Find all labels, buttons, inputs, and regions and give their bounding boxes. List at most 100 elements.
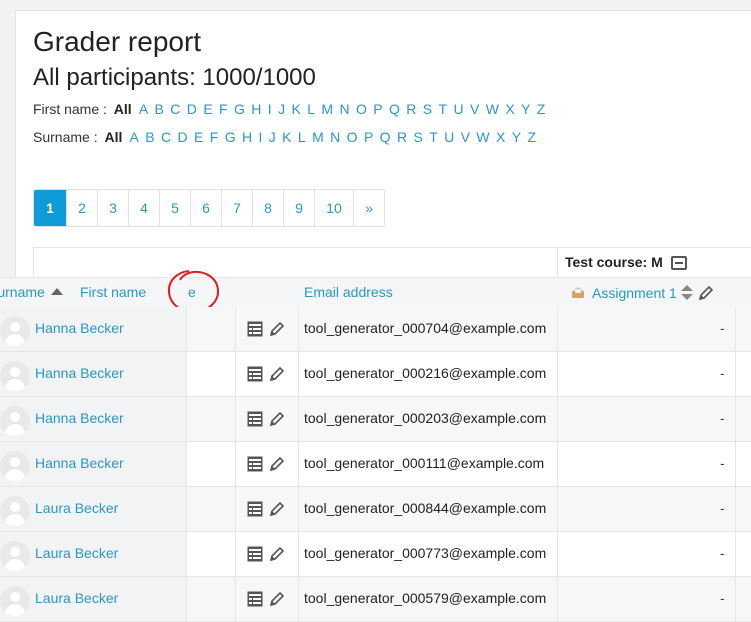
firstname-letter-b[interactable]: B	[155, 101, 164, 117]
surname-letter-t[interactable]: T	[429, 129, 438, 145]
firstname-letter-r[interactable]: R	[406, 101, 416, 117]
student-name-link[interactable]: Laura Becker	[35, 590, 118, 606]
firstname-letter-i[interactable]: I	[268, 101, 272, 117]
surname-letter-m[interactable]: M	[312, 129, 324, 145]
surname-letter-x[interactable]: X	[496, 129, 505, 145]
firstname-letter-x[interactable]: X	[505, 101, 514, 117]
surname-letter-i[interactable]: I	[258, 129, 262, 145]
surname-filter-all[interactable]: All	[104, 129, 122, 145]
edit-pencil-icon[interactable]	[268, 410, 286, 428]
firstname-letter-p[interactable]: P	[373, 101, 382, 117]
page-link-9[interactable]: 9	[284, 190, 315, 226]
edit-pencil-icon[interactable]	[268, 455, 286, 473]
firstname-letter-c[interactable]: C	[170, 101, 180, 117]
page-link-7[interactable]: 7	[222, 190, 253, 226]
grade-cell[interactable]: -	[720, 365, 725, 381]
sort-toggle-icon[interactable]	[680, 285, 693, 301]
surname-letter-u[interactable]: U	[444, 129, 454, 145]
edit-pencil-icon[interactable]	[268, 320, 286, 338]
surname-letter-o[interactable]: O	[347, 129, 358, 145]
surname-letter-p[interactable]: P	[364, 129, 373, 145]
page-link-5[interactable]: 5	[160, 190, 191, 226]
surname-letter-w[interactable]: W	[476, 129, 489, 145]
surname-letter-g[interactable]: G	[225, 129, 236, 145]
page-link-4[interactable]: 4	[129, 190, 160, 226]
grade-cell[interactable]: -	[720, 590, 725, 606]
edit-pencil-icon[interactable]	[268, 590, 286, 608]
firstname-letter-a[interactable]: A	[139, 101, 148, 117]
surname-header-label[interactable]: Surname	[0, 284, 45, 300]
collapse-icon[interactable]	[670, 256, 687, 271]
page-link-2[interactable]: 2	[67, 190, 98, 226]
surname-letter-k[interactable]: K	[282, 129, 291, 145]
page-link-3[interactable]: 3	[98, 190, 129, 226]
firstname-letter-q[interactable]: Q	[389, 101, 400, 117]
firstname-letter-d[interactable]: D	[187, 101, 197, 117]
surname-letter-l[interactable]: L	[298, 129, 306, 145]
firstname-letter-e[interactable]: E	[203, 101, 212, 117]
single-view-grid-icon[interactable]	[247, 501, 263, 517]
edit-pencil-icon[interactable]	[268, 365, 286, 383]
page-link-10[interactable]: 10	[315, 190, 354, 226]
surname-letter-a[interactable]: A	[130, 129, 139, 145]
surname-letter-d[interactable]: D	[177, 129, 187, 145]
firstname-letter-g[interactable]: G	[234, 101, 245, 117]
edit-pencil-icon[interactable]	[268, 545, 286, 563]
surname-letter-y[interactable]: Y	[512, 129, 521, 145]
assignment-column-header[interactable]: Assignment 1	[570, 284, 715, 302]
firstname-filter-all[interactable]: All	[114, 101, 132, 117]
grade-cell[interactable]: -	[720, 455, 725, 471]
firstname-letter-z[interactable]: Z	[537, 101, 546, 117]
firstname-letter-m[interactable]: M	[321, 101, 333, 117]
firstname-letter-o[interactable]: O	[356, 101, 367, 117]
avatar[interactable]	[0, 406, 30, 436]
grade-cell[interactable]: -	[720, 410, 725, 426]
student-name-link[interactable]: Hanna Becker	[35, 455, 124, 471]
firstname-letter-j[interactable]: J	[278, 101, 285, 117]
surname-column-header[interactable]: Surname	[0, 284, 63, 300]
firstname-letter-l[interactable]: L	[307, 101, 315, 117]
single-view-grid-icon[interactable]	[247, 411, 263, 427]
page-next[interactable]: »	[354, 190, 384, 226]
surname-letter-b[interactable]: B	[145, 129, 154, 145]
grade-cell[interactable]: -	[720, 545, 725, 561]
surname-letter-f[interactable]: F	[210, 129, 219, 145]
single-view-grid-icon[interactable]	[247, 456, 263, 472]
avatar[interactable]	[0, 361, 30, 391]
surname-letter-j[interactable]: J	[269, 129, 276, 145]
assignment-header-label[interactable]: Assignment 1	[592, 285, 677, 301]
edit-pencil-icon[interactable]	[268, 500, 286, 518]
student-name-link[interactable]: Laura Becker	[35, 500, 118, 516]
surname-letter-n[interactable]: N	[330, 129, 340, 145]
avatar[interactable]	[0, 541, 30, 571]
surname-letter-z[interactable]: Z	[527, 129, 536, 145]
surname-letter-h[interactable]: H	[242, 129, 252, 145]
firstname-letter-y[interactable]: Y	[521, 101, 530, 117]
surname-letter-c[interactable]: C	[161, 129, 171, 145]
surname-letter-v[interactable]: V	[461, 129, 470, 145]
firstname-letter-s[interactable]: S	[423, 101, 432, 117]
single-view-grid-icon[interactable]	[247, 366, 263, 382]
firstname-letter-w[interactable]: W	[486, 101, 499, 117]
avatar[interactable]	[0, 451, 30, 481]
firstname-column-header[interactable]: First name	[80, 284, 146, 300]
page-link-6[interactable]: 6	[191, 190, 222, 226]
single-view-grid-icon[interactable]	[247, 591, 263, 607]
student-name-link[interactable]: Hanna Becker	[35, 365, 124, 381]
firstname-letter-h[interactable]: H	[251, 101, 261, 117]
firstname-letter-v[interactable]: V	[470, 101, 479, 117]
surname-letter-e[interactable]: E	[194, 129, 203, 145]
single-view-grid-icon[interactable]	[247, 546, 263, 562]
page-link-1[interactable]: 1	[34, 190, 67, 226]
avatar[interactable]	[0, 496, 30, 526]
firstname-letter-k[interactable]: K	[291, 101, 300, 117]
firstname-letter-n[interactable]: N	[339, 101, 349, 117]
student-name-link[interactable]: Hanna Becker	[35, 320, 124, 336]
surname-letter-q[interactable]: Q	[380, 129, 391, 145]
avatar[interactable]	[0, 316, 30, 346]
student-name-link[interactable]: Laura Becker	[35, 545, 118, 561]
edit-assignment-pencil-icon[interactable]	[697, 284, 715, 302]
firstname-letter-f[interactable]: F	[219, 101, 228, 117]
surname-letter-r[interactable]: R	[397, 129, 407, 145]
sort-ascending-icon[interactable]	[50, 288, 63, 295]
